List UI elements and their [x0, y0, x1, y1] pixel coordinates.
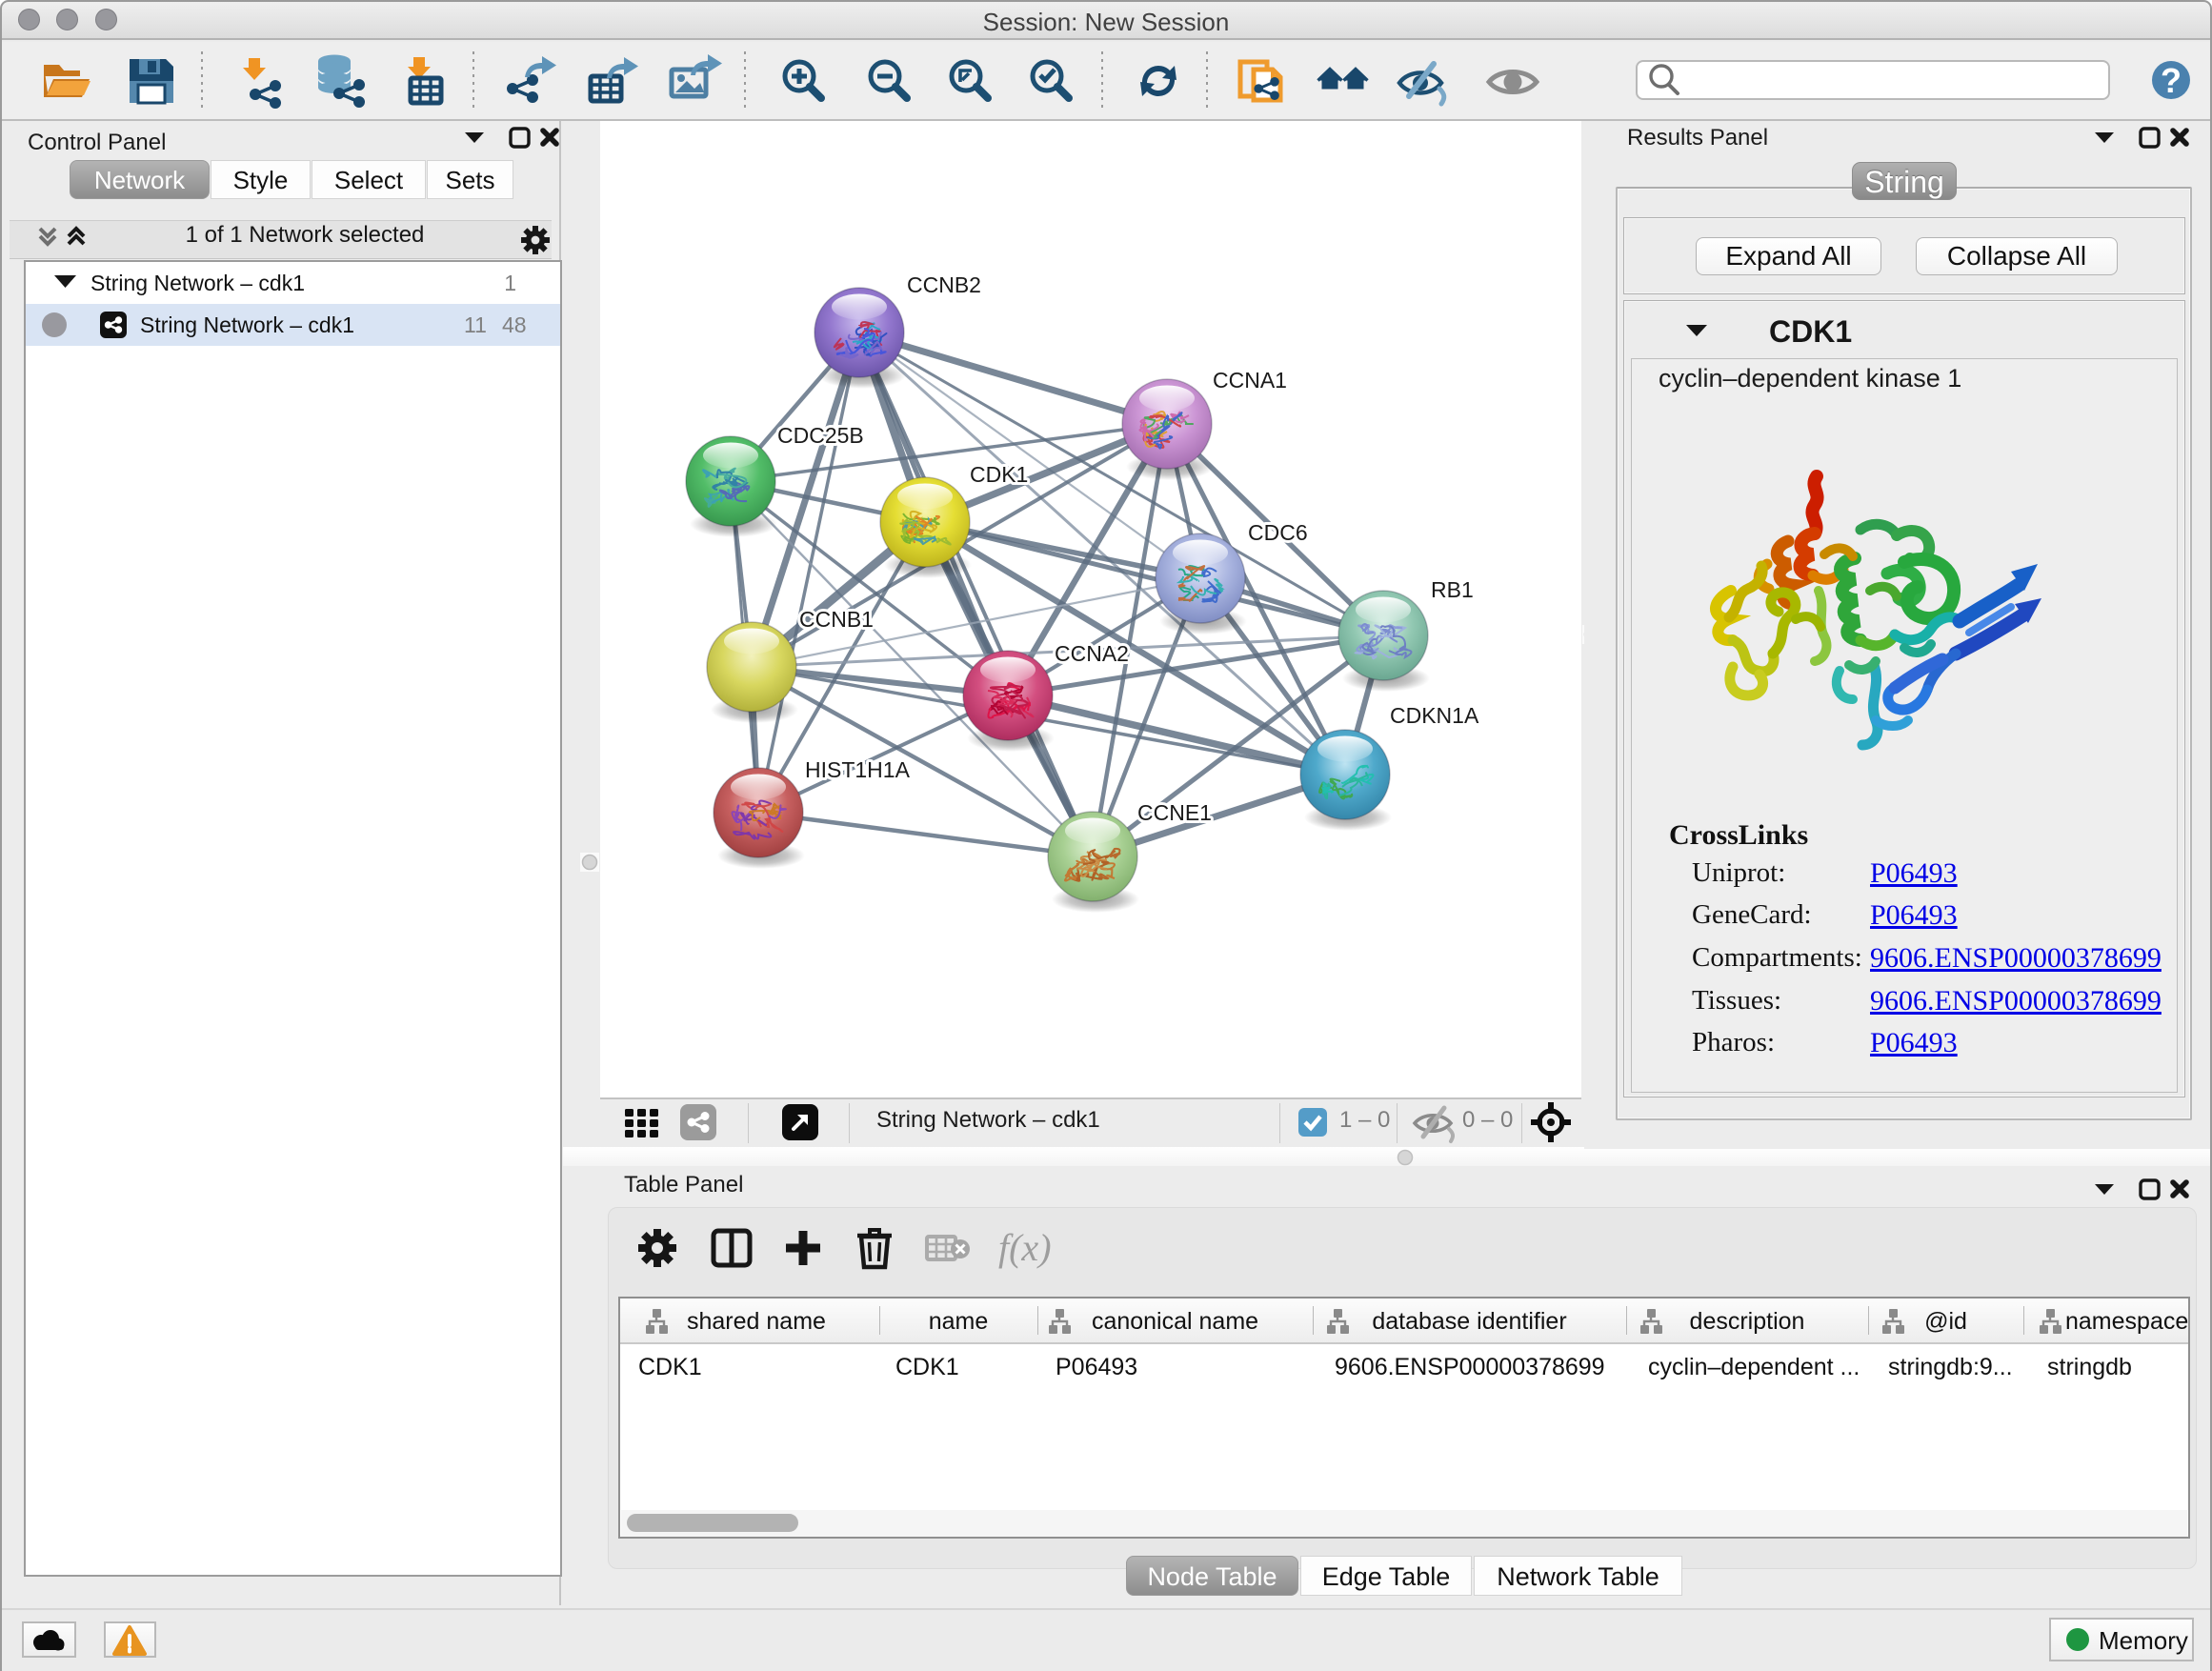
svg-text:CCNB2: CCNB2	[907, 272, 981, 297]
svg-text:RB1: RB1	[1431, 577, 1474, 602]
svg-text:f(x): f(x)	[998, 1226, 1051, 1269]
svg-text:CCNA1: CCNA1	[1213, 368, 1287, 393]
svg-text:CCNA2: CCNA2	[1055, 641, 1129, 666]
svg-text:CCNE1: CCNE1	[1137, 800, 1212, 825]
svg-text:CCNB1: CCNB1	[799, 607, 874, 632]
svg-text:CDC6: CDC6	[1248, 520, 1308, 545]
svg-text:CDK1: CDK1	[970, 462, 1028, 487]
svg-text:CDC25B: CDC25B	[777, 423, 864, 448]
svg-text:CDKN1A: CDKN1A	[1390, 703, 1479, 728]
svg-text:?: ?	[2161, 61, 2182, 100]
svg-text:HIST1H1A: HIST1H1A	[805, 757, 911, 782]
